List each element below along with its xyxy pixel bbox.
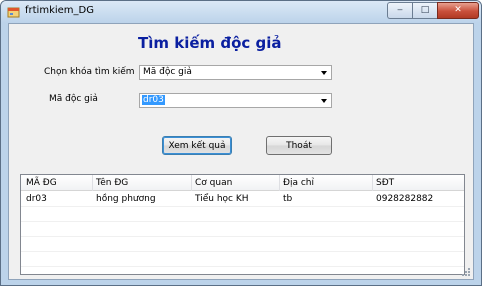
empty-row xyxy=(21,252,464,267)
empty-row xyxy=(21,222,464,237)
page-title: Tìm kiếm độc giả xyxy=(138,34,282,52)
column-header-ten-dg[interactable]: Tên ĐG xyxy=(96,178,128,188)
grid-header: MÃ ĐG Tên ĐG Cơ quan Địa chỉ SĐT xyxy=(21,175,464,191)
form-client-area: Tìm kiếm độc giả Chọn khóa tìm kiếm Mã đ… xyxy=(8,23,474,280)
title-bar[interactable]: frtimkiem_DG ‒ □ ✕ xyxy=(1,1,481,23)
cell-ten-dg: hồng phương xyxy=(96,194,156,204)
table-row[interactable]: dr03 hồng phương Tiểu học KH tb 09282828… xyxy=(21,192,464,207)
close-button[interactable]: ✕ xyxy=(437,2,479,19)
window-title: frtimkiem_DG xyxy=(25,5,94,16)
exit-button[interactable]: Thoát xyxy=(266,136,332,155)
column-header-co-quan[interactable]: Cơ quan xyxy=(195,178,232,188)
cell-ma-dg: dr03 xyxy=(26,194,47,204)
reader-id-label: Mã độc giả xyxy=(49,94,98,104)
show-results-label: Xem kết quả xyxy=(168,140,226,151)
chevron-down-icon[interactable] xyxy=(321,71,327,75)
column-header-ma-dg[interactable]: MÃ ĐG xyxy=(26,178,57,188)
search-key-label: Chọn khóa tìm kiếm xyxy=(44,67,135,77)
exit-label: Thoát xyxy=(286,140,312,151)
app-window: frtimkiem_DG ‒ □ ✕ Tìm kiếm độc giả Chọn… xyxy=(0,0,482,286)
search-key-dropdown[interactable]: Mã độc giả xyxy=(139,65,332,80)
column-divider[interactable] xyxy=(372,175,373,191)
chevron-down-icon[interactable] xyxy=(321,99,327,103)
column-header-sdt[interactable]: SĐT xyxy=(376,178,394,188)
show-results-button[interactable]: Xem kết quả xyxy=(162,136,232,155)
minimize-button[interactable]: ‒ xyxy=(387,2,412,19)
minimize-icon: ‒ xyxy=(397,5,403,15)
reader-id-combobox[interactable]: dr03 xyxy=(139,93,332,108)
maximize-button[interactable]: □ xyxy=(412,2,437,19)
caption-buttons: ‒ □ ✕ xyxy=(387,2,479,20)
reader-id-value[interactable]: dr03 xyxy=(142,95,165,105)
empty-row xyxy=(21,237,464,252)
resize-grip-icon[interactable] xyxy=(461,267,471,277)
maximize-icon: □ xyxy=(420,5,430,15)
column-header-dia-chi[interactable]: Địa chỉ xyxy=(283,178,314,188)
search-key-value: Mã độc giả xyxy=(143,67,192,77)
cell-co-quan: Tiểu học KH xyxy=(195,194,249,204)
close-icon: ✕ xyxy=(454,5,462,15)
cell-dia-chi: tb xyxy=(283,194,293,204)
column-divider[interactable] xyxy=(279,175,280,191)
cell-sdt: 0928282882 xyxy=(376,194,434,204)
results-grid[interactable]: MÃ ĐG Tên ĐG Cơ quan Địa chỉ SĐT dr03 hồ… xyxy=(20,174,465,275)
app-form-icon[interactable] xyxy=(7,5,21,19)
empty-row xyxy=(21,207,464,222)
column-divider[interactable] xyxy=(92,175,93,191)
column-divider[interactable] xyxy=(191,175,192,191)
